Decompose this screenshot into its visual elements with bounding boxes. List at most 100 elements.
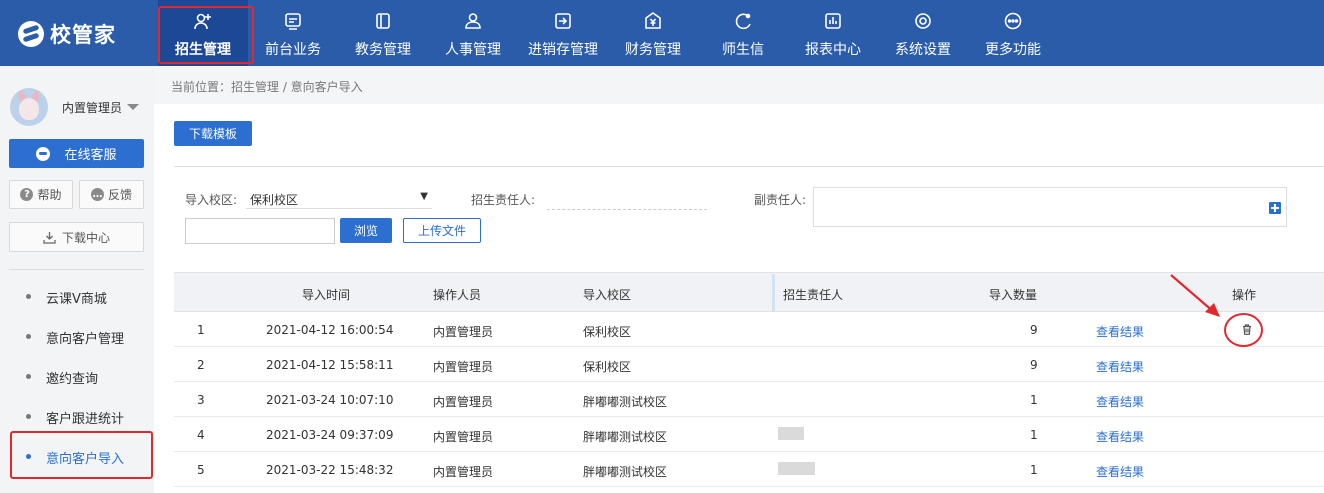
user-name[interactable]: 内置管理员 [62, 99, 122, 116]
row-campus: 胖嘟嘟测试校区 [583, 430, 668, 444]
header-responsible: 招生责任人 [783, 288, 844, 302]
view-result-link[interactable]: 查看结果 [1096, 393, 1144, 410]
browse-button[interactable]: 浏览 [340, 218, 392, 243]
column-resize-handle[interactable] [772, 274, 775, 312]
campus-select[interactable]: 保利校区 ▼ [246, 187, 432, 209]
row-operator: 内置管理员 [433, 465, 494, 479]
row-operator: 内置管理员 [433, 325, 494, 339]
row-count: 1 [1030, 428, 1038, 442]
sidebar-item-mall[interactable]: 云课V商城 [0, 276, 154, 316]
sidebar-item-label: 云课V商城 [46, 292, 107, 307]
file-path-input[interactable] [185, 218, 335, 244]
sidebar-item-label: 客户跟进统计 [46, 412, 125, 427]
yen-icon [645, 12, 661, 29]
sidebar-item-prospect-management[interactable]: 意向客户管理 [0, 316, 154, 356]
bullet-icon [26, 334, 31, 339]
sidebar-item-invitation-query[interactable]: 邀约查询 [0, 356, 154, 396]
sidebar: 内置管理员 在线客服 ? 帮助 … 反馈 下载中心 云课V商城 意向客户管理 邀… [0, 66, 154, 493]
nav-label: 财务管理 [625, 42, 681, 58]
row-campus: 胖嘟嘟测试校区 [583, 395, 668, 409]
import-history-table: 导入时间 操作人员 导入校区 招生责任人 导入数量 操作 1 2021-04-1… [174, 272, 1324, 487]
view-result-link[interactable]: 查看结果 [1096, 463, 1144, 480]
view-result-link[interactable]: 查看结果 [1096, 323, 1144, 340]
view-result-link[interactable]: 查看结果 [1096, 428, 1144, 445]
nav-label: 人事管理 [445, 42, 501, 58]
dropdown-arrow-icon: ▼ [420, 191, 428, 202]
deputy-label: 副责任人: [754, 193, 807, 207]
nav-label: 进销存管理 [528, 42, 598, 58]
download-template-button[interactable]: 下载模板 [174, 121, 252, 146]
logo-icon [18, 21, 44, 47]
sidebar-item-label: 意向客户导入 [46, 452, 125, 467]
upload-file-button[interactable]: 上传文件 [403, 218, 481, 243]
breadcrumb-bar: 当前位置：招生管理 / 意向客户导入 [154, 66, 1324, 104]
user-plus-icon [194, 13, 211, 30]
person-icon [465, 13, 481, 29]
row-number: 5 [197, 463, 205, 477]
responsible-field[interactable] [547, 209, 707, 210]
bullet-icon [26, 374, 31, 379]
nav-item-settings[interactable]: 系统设置 [878, 0, 968, 66]
view-result-link[interactable]: 查看结果 [1096, 358, 1144, 375]
online-service-button[interactable]: 在线客服 [9, 139, 144, 168]
logo-text: 校管家 [50, 23, 116, 47]
caret-down-icon[interactable] [127, 104, 139, 110]
deputy-field[interactable] [813, 187, 1287, 227]
redacted-responsible [778, 427, 804, 440]
question-icon: ? [20, 188, 34, 201]
nav-item-inventory[interactable]: 进销存管理 [518, 0, 608, 66]
add-deputy-icon[interactable] [1269, 202, 1281, 214]
nav-item-front-desk[interactable]: 前台业务 [248, 0, 338, 66]
nav-item-reports[interactable]: 报表中心 [788, 0, 878, 66]
header-operator: 操作人员 [433, 288, 482, 302]
bullet-icon [26, 414, 31, 419]
nav-item-more[interactable]: 更多功能 [968, 0, 1058, 66]
responsible-label: 招生责任人: [471, 193, 536, 207]
nav-item-hr[interactable]: 人事管理 [428, 0, 518, 66]
app-logo[interactable]: 校管家 [18, 20, 116, 48]
avatar[interactable] [10, 88, 48, 126]
row-operator: 内置管理员 [433, 360, 494, 374]
nav-item-recruitment[interactable]: 招生管理 [158, 0, 248, 66]
sidebar-item-prospect-import[interactable]: 意向客户导入 [0, 436, 154, 476]
sidebar-item-label: 意向客户管理 [46, 332, 125, 347]
row-campus: 保利校区 [583, 325, 632, 339]
report-icon [825, 13, 841, 29]
main-content: 当前位置：招生管理 / 意向客户导入 下载模板 导入校区: 保利校区 ▼ 招生责… [154, 66, 1324, 493]
nav-item-finance[interactable]: 财务管理 [608, 0, 698, 66]
download-icon [43, 231, 56, 244]
row-operator: 内置管理员 [433, 395, 494, 409]
sidebar-item-label: 邀约查询 [46, 372, 99, 387]
header-campus: 导入校区 [583, 288, 632, 302]
nav-item-messages[interactable]: 师生信 [698, 0, 788, 66]
screen-icon [285, 13, 301, 30]
nav-item-academic[interactable]: 教务管理 [338, 0, 428, 66]
row-count: 1 [1030, 463, 1038, 477]
row-time: 2021-03-24 09:37:09 [266, 428, 394, 442]
campus-select-value: 保利校区 [250, 193, 299, 207]
row-number: 3 [197, 393, 205, 407]
row-count: 9 [1030, 358, 1038, 372]
help-button[interactable]: ? 帮助 [9, 180, 73, 209]
nav-label: 前台业务 [265, 42, 321, 58]
row-operator: 内置管理员 [433, 430, 494, 444]
table-row: 2 2021-04-12 15:58:11 内置管理员 保利校区 9 查看结果 [174, 347, 1324, 382]
help-label: 帮助 [37, 188, 62, 202]
row-number: 2 [197, 358, 205, 372]
nav-label: 师生信 [722, 42, 764, 58]
nav-label: 报表中心 [805, 42, 861, 58]
feedback-button[interactable]: … 反馈 [79, 180, 144, 209]
download-center-label: 下载中心 [61, 230, 110, 245]
download-center-button[interactable]: 下载中心 [9, 222, 144, 252]
header-actions: 操作 [1232, 288, 1257, 302]
row-number: 1 [197, 323, 205, 337]
main-nav: 招生管理 前台业务 教务管理 人事管理 进销存管理 财务管理 师生信 报表中心 [158, 0, 1058, 66]
sidebar-divider [9, 269, 144, 270]
row-time: 2021-04-12 16:00:54 [266, 323, 394, 337]
table-row: 4 2021-03-24 09:37:09 内置管理员 胖嘟嘟测试校区 1 查看… [174, 417, 1324, 452]
row-count: 1 [1030, 393, 1038, 407]
table-row: 3 2021-03-24 10:07:10 内置管理员 胖嘟嘟测试校区 1 查看… [174, 382, 1324, 417]
sidebar-item-followup-stats[interactable]: 客户跟进统计 [0, 396, 154, 436]
table-row: 5 2021-03-22 15:48:32 内置管理员 胖嘟嘟测试校区 1 查看… [174, 452, 1324, 487]
inventory-icon [555, 13, 571, 29]
